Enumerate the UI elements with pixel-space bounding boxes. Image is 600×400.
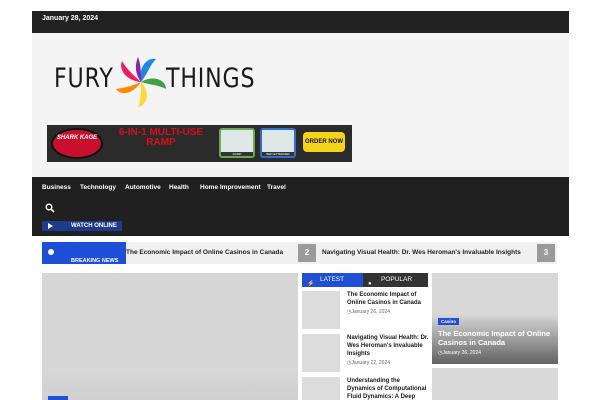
ad-brand-badge: SHARK KAGE [51, 128, 103, 159]
nav-item-technology[interactable]: Technology [80, 184, 116, 191]
ticker-number: 3 [537, 244, 555, 262]
watch-online-button[interactable]: WATCH ONLINE [42, 221, 122, 231]
watch-online-label: WATCH ONLINE [71, 223, 117, 229]
nav-item-health[interactable]: Health [169, 184, 189, 191]
logo-word-things: THINGS [166, 63, 256, 94]
post-tabs: ⚡ LATEST ● POPULAR [302, 273, 428, 287]
ticker-item[interactable]: The Economic Impact of Online Casinos in… [126, 249, 283, 256]
ticker-number: 2 [298, 244, 316, 262]
tab-latest[interactable]: ⚡ LATEST [302, 273, 363, 287]
post-date: January 22, 2024 [347, 360, 390, 366]
post-thumbnail[interactable] [302, 291, 340, 329]
advertisement-banner[interactable]: SHARK KAGE 6-IN-1 MULTI-USE RAMP RAMP BE… [47, 125, 352, 162]
nav-item-home-improvement[interactable]: Home Improvement [200, 184, 261, 191]
post-title[interactable]: The Economic Impact of Online Casinos in… [347, 291, 429, 307]
featured-card[interactable]: Casino The Economic Impact of Online Cas… [432, 273, 558, 364]
pinwheel-logo-icon [116, 57, 166, 107]
ad-image-ramp: RAMP [219, 128, 255, 158]
play-icon [48, 223, 53, 229]
tab-popular[interactable]: ● POPULAR [363, 273, 428, 287]
ad-order-now-button[interactable]: ORDER NOW [303, 132, 345, 152]
top-bar: January 28, 2024 [32, 11, 569, 33]
featured-category-tag[interactable] [48, 396, 68, 400]
search-icon[interactable] [45, 203, 55, 213]
card-title[interactable]: The Economic Impact of Online Casinos in… [438, 329, 553, 347]
site-logo[interactable]: FURY THINGS [54, 51, 255, 111]
nav-item-automotive[interactable]: Automotive [125, 184, 161, 191]
card-date: January 26, 2024 [438, 350, 481, 356]
breaking-news-ticker: BREAKING NEWS The Economic Impact of Onl… [42, 242, 557, 264]
breaking-news-label: BREAKING NEWS [42, 242, 126, 264]
fire-icon: ● [368, 281, 372, 287]
category-badge[interactable]: Casino [438, 318, 460, 325]
post-thumbnail[interactable] [302, 377, 340, 400]
ticker-item[interactable]: Navigating Visual Health: Dr. Wes Heroma… [322, 249, 521, 256]
bolt-icon: ⚡ [307, 281, 315, 287]
post-title[interactable]: Navigating Visual Health: Dr. Wes Heroma… [347, 334, 429, 358]
post-thumbnail[interactable] [302, 334, 340, 372]
ad-headline: 6-IN-1 MULTI-USE RAMP [118, 127, 204, 148]
featured-card[interactable] [432, 368, 558, 400]
post-title[interactable]: Understanding the Dynamics of Computatio… [347, 377, 429, 400]
site-header: FURY THINGS SHARK KAGE 6-IN-1 MULTI-USE … [32, 33, 569, 177]
dot-icon [48, 249, 54, 255]
featured-post-image[interactable] [42, 273, 298, 400]
main-navigation: Business Technology Automotive Health Ho… [32, 177, 569, 236]
post-date: January 26, 2024 [347, 309, 390, 315]
ad-image-bed-extender: BED EXTENDER [260, 128, 296, 158]
current-date: January 28, 2024 [42, 15, 99, 22]
nav-item-business[interactable]: Business [42, 184, 71, 191]
nav-item-travel[interactable]: Travel [267, 184, 286, 191]
logo-word-fury: FURY [54, 63, 114, 94]
